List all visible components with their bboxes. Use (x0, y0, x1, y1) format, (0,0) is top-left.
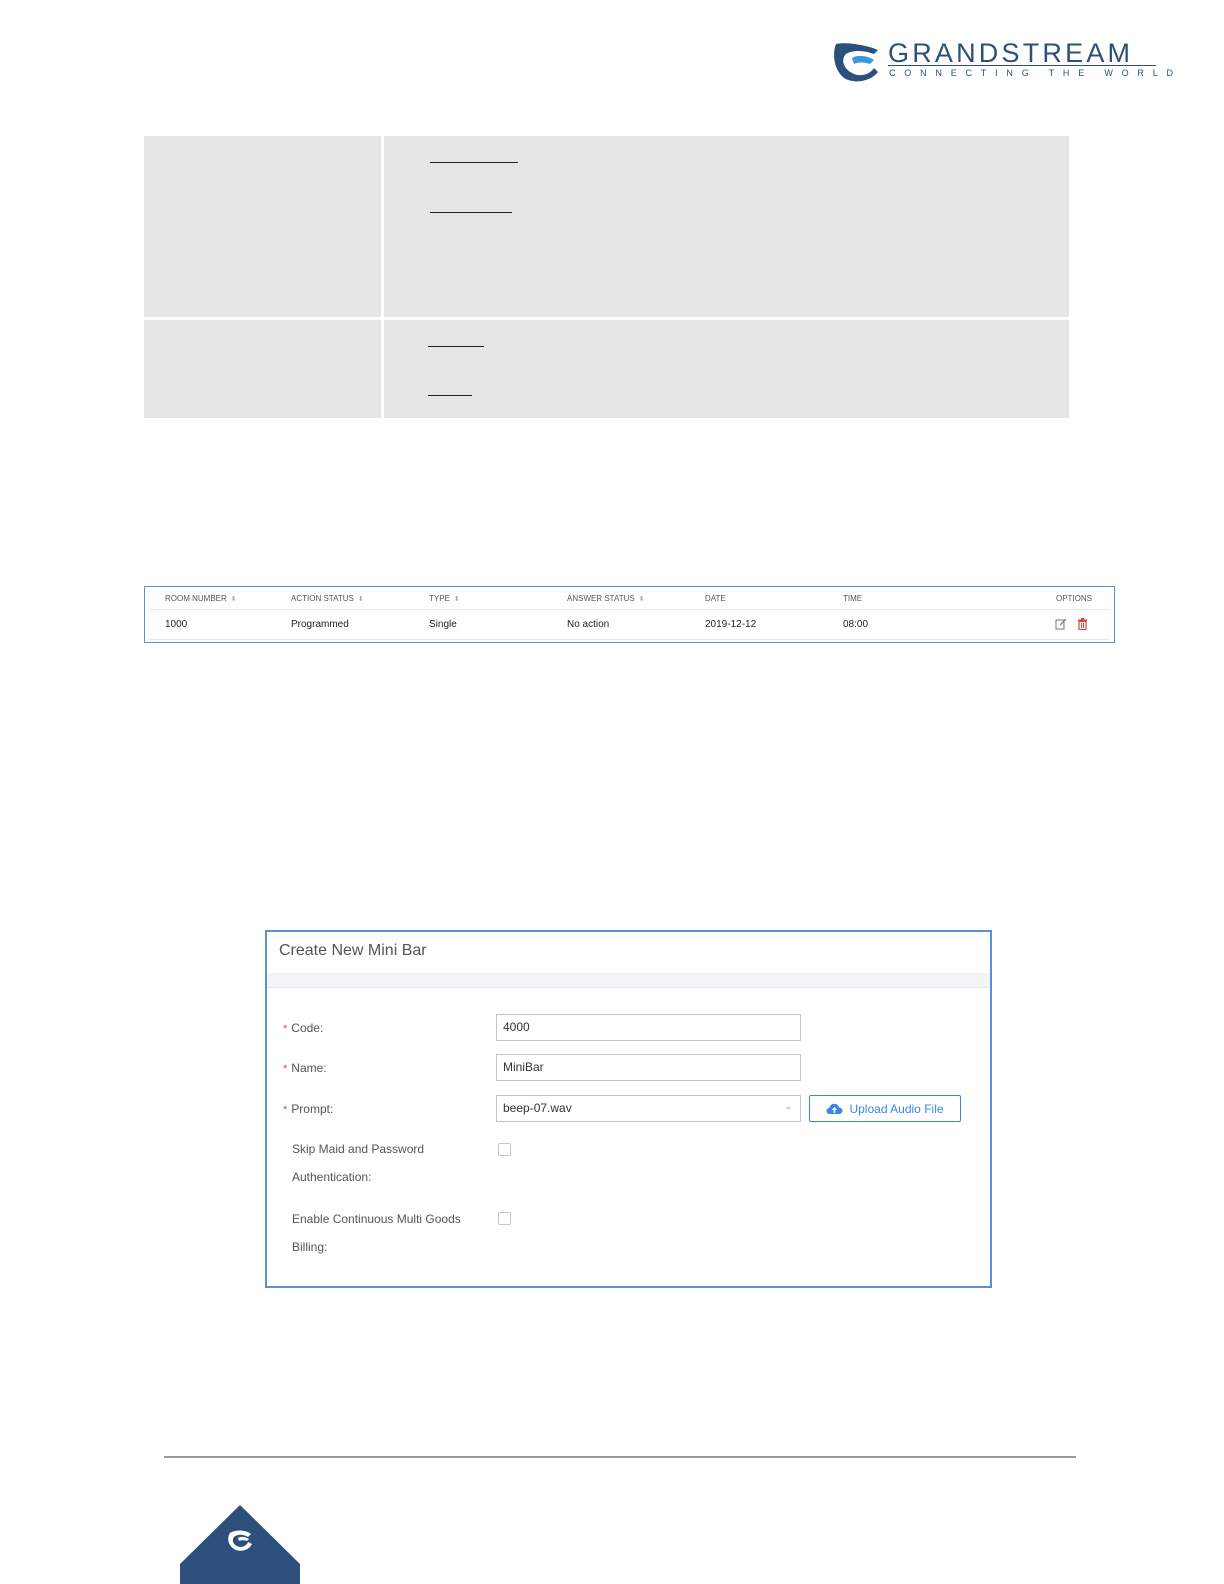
column-action-status[interactable]: ACTION STATUS ⬍ (291, 594, 364, 603)
prompt-selected-value: beep-07.wav (503, 1101, 572, 1115)
parameter-row (144, 320, 1069, 418)
prompt-label: * Prompt: (283, 1102, 334, 1116)
name-input[interactable]: MiniBar (496, 1054, 801, 1081)
brand-divider (888, 65, 1156, 66)
underlined-term (430, 212, 512, 213)
dialog-title: Create New Mini Bar (279, 942, 427, 959)
dialog-header-band (267, 973, 990, 988)
footer-logo-icon (180, 1505, 300, 1584)
skip-auth-label-line2: Authentication: (292, 1170, 372, 1184)
underlined-term (428, 346, 484, 347)
code-input[interactable]: 4000 (496, 1014, 801, 1041)
sort-icon[interactable]: ⬍ (639, 596, 645, 603)
chevron-down-icon: ⌄ (784, 1101, 792, 1111)
column-time: TIME (843, 593, 863, 603)
column-date: DATE (705, 593, 726, 603)
multi-goods-billing-checkbox[interactable] (498, 1212, 511, 1225)
code-label: * Code: (283, 1021, 324, 1035)
trash-icon[interactable] (1077, 618, 1088, 630)
room-status-table: ROOM NUMBER ⬍ ACTION STATUS ⬍ TYPE ⬍ ANSWER… (144, 586, 1115, 643)
required-asterisk: * (283, 1063, 288, 1075)
brand-tagline: CONNECTING THE WORLD (889, 68, 1182, 78)
edit-icon[interactable] (1055, 618, 1067, 630)
multi-goods-billing-label-line2: Billing: (292, 1240, 328, 1254)
column-type[interactable]: TYPE ⬍ (429, 594, 460, 603)
column-room-number[interactable]: ROOM NUMBER ⬍ (165, 594, 237, 603)
grandstream-logo-mark-icon (834, 43, 878, 82)
table-header: ROOM NUMBER ⬍ ACTION STATUS ⬍ TYPE ⬍ ANSWER… (149, 587, 1110, 610)
underlined-term (428, 395, 472, 396)
footer-divider (164, 1456, 1076, 1458)
underlined-term (430, 162, 518, 163)
column-options: OPTIONS (1055, 593, 1092, 603)
required-asterisk: * (283, 1104, 288, 1116)
multi-goods-billing-label-line1: Enable Continuous Multi Goods (292, 1212, 461, 1226)
cell-action-status: Programmed (291, 618, 349, 630)
prompt-select[interactable]: beep-07.wav ⌄ (496, 1095, 801, 1122)
cell-answer-status: No action (567, 618, 610, 630)
column-answer-status[interactable]: ANSWER STATUS ⬍ (567, 594, 645, 603)
grandstream-logo: GRANDSTREAM CONNECTING THE WORLD (834, 38, 1173, 82)
sort-icon[interactable]: ⬍ (358, 596, 364, 603)
sort-icon[interactable]: ⬍ (454, 596, 460, 603)
skip-auth-label-line1: Skip Maid and Password (292, 1142, 425, 1156)
skip-auth-checkbox[interactable] (498, 1143, 511, 1156)
row-options (1055, 618, 1088, 630)
sort-icon[interactable]: ⬍ (231, 596, 237, 603)
cell-date: 2019-12-12 (705, 618, 757, 630)
table-row: 1000 Programmed Single No action 2019-12… (149, 609, 1110, 640)
required-asterisk: * (283, 1023, 288, 1035)
parameter-table (144, 136, 1069, 421)
name-label: * Name: (283, 1061, 327, 1075)
upload-audio-file-button[interactable]: Upload Audio File (809, 1095, 961, 1122)
create-minibar-dialog: Create New Mini Bar * Code: 4000 * Name: M… (265, 930, 992, 1288)
upload-audio-file-label: Upload Audio File (849, 1101, 944, 1116)
cell-time: 08:00 (843, 618, 869, 630)
cloud-upload-icon (826, 1103, 843, 1114)
cell-room-number: 1000 (165, 618, 188, 630)
parameter-description-cell (384, 320, 1069, 418)
parameter-description-cell (384, 136, 1069, 317)
cell-type: Single (429, 618, 457, 630)
parameter-name-cell (144, 320, 381, 418)
parameter-name-cell (144, 136, 381, 317)
parameter-row (144, 136, 1069, 317)
